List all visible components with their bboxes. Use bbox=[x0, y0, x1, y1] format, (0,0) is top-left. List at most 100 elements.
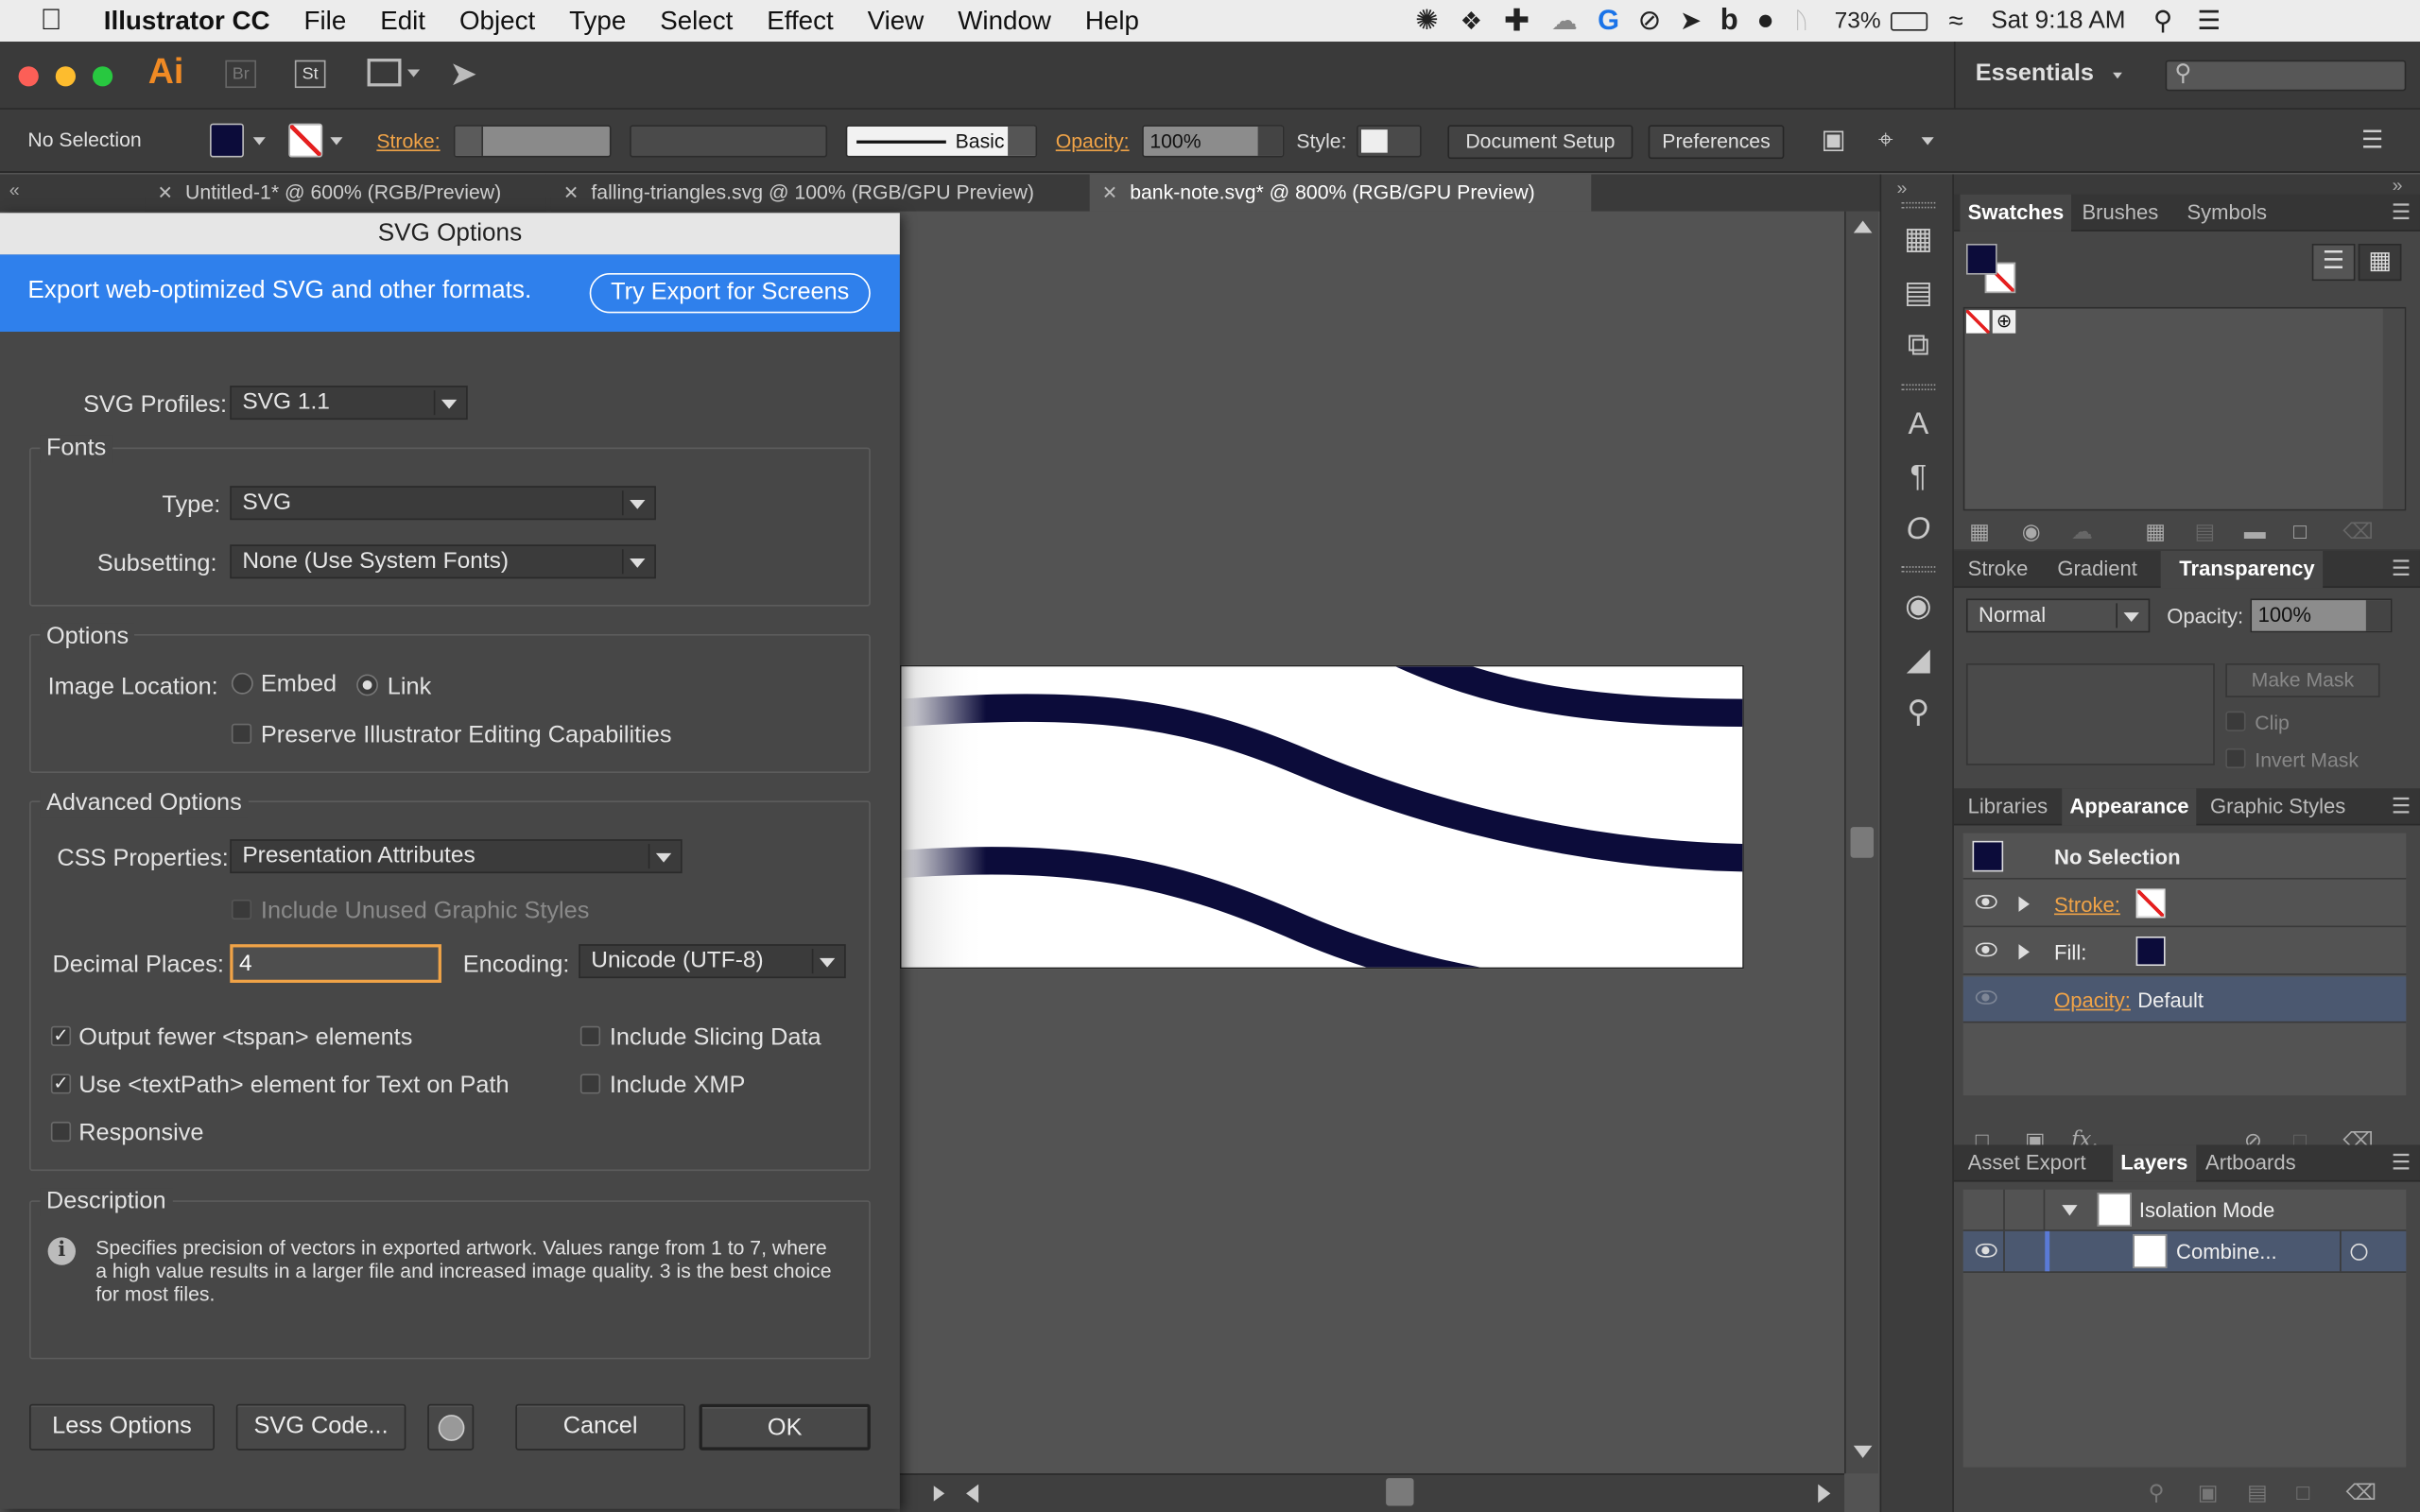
new-folder-icon[interactable]: ▬ bbox=[2244, 519, 2266, 543]
artboards-panel-icon[interactable]: ▦ bbox=[1900, 220, 1937, 257]
unused-styles-label[interactable]: Include Unused Graphic Styles bbox=[261, 898, 589, 925]
clock[interactable]: Sat 9:18 AM bbox=[1991, 7, 2125, 34]
vertical-scroll-thumb[interactable] bbox=[1850, 827, 1875, 858]
fill-swatch[interactable] bbox=[1965, 243, 1997, 275]
spotlight-icon[interactable]: ⚲ bbox=[2153, 6, 2172, 37]
swatches-menu-icon[interactable]: ☰ bbox=[2392, 195, 2411, 229]
menu-object[interactable]: Object bbox=[442, 0, 552, 42]
variable-width-dropdown[interactable] bbox=[630, 125, 828, 158]
close-tab-icon[interactable]: ✕ bbox=[158, 182, 173, 204]
align-panel-icon[interactable]: ▤ bbox=[1900, 275, 1937, 312]
responsive-checkbox[interactable] bbox=[50, 1121, 72, 1143]
embed-radio[interactable] bbox=[231, 672, 253, 695]
registration-swatch[interactable]: ⊕ bbox=[1992, 310, 2016, 334]
pathfinder-panel-icon[interactable]: ⧉ bbox=[1900, 327, 1937, 364]
tab-artboards[interactable]: Artboards bbox=[2198, 1144, 2304, 1181]
font-type-dropdown[interactable]: SVG bbox=[230, 486, 656, 521]
menu-window[interactable]: Window bbox=[941, 0, 1068, 42]
collapse-dock-icon[interactable]: » bbox=[2393, 174, 2403, 196]
target-circle-icon[interactable] bbox=[2350, 1243, 2368, 1261]
collapse-panels-icon[interactable]: » bbox=[1897, 178, 1908, 199]
preserve-label[interactable]: Preserve Illustrator Editing Capabilitie… bbox=[261, 722, 672, 749]
opacity-attribute-row[interactable]: Opacity: Default bbox=[1962, 976, 2407, 1023]
align-to-artboard-icon[interactable]: ▣ bbox=[1822, 125, 1846, 156]
scroll-play-icon[interactable] bbox=[933, 1486, 945, 1502]
scroll-right-icon[interactable] bbox=[1818, 1484, 1831, 1503]
try-export-button[interactable]: Try Export for Screens bbox=[589, 272, 871, 314]
apple-icon[interactable]:  bbox=[0, 0, 79, 42]
opentype-panel-icon[interactable]: O bbox=[1900, 510, 1937, 547]
textpath-checkbox[interactable]: ✓ bbox=[50, 1074, 72, 1094]
embed-label[interactable]: Embed bbox=[261, 671, 337, 698]
unused-styles-checkbox[interactable] bbox=[231, 899, 252, 920]
brush-definition-dropdown[interactable]: Basic bbox=[845, 125, 1038, 158]
swatch-libraries-icon[interactable]: ▦ bbox=[1969, 519, 1990, 545]
gradient-panel-icon[interactable]: ◢ bbox=[1900, 642, 1937, 679]
menu-app-name[interactable]: Illustrator CC bbox=[79, 0, 287, 42]
encoding-dropdown[interactable]: Unicode (UTF-8) bbox=[579, 944, 846, 979]
stroke-label[interactable]: Stroke: bbox=[376, 129, 440, 152]
tab-falling-triangles[interactable]: ✕ falling-triangles.svg @ 100% (RGB/GPU P… bbox=[550, 174, 1084, 212]
circle-icon[interactable]: ● bbox=[1756, 4, 1774, 38]
paragraph-panel-icon[interactable]: ¶ bbox=[1900, 458, 1937, 495]
stroke-dropdown-icon[interactable] bbox=[330, 137, 343, 146]
appearance-stroke-label[interactable]: Stroke: bbox=[2054, 893, 2120, 916]
pinwheel-icon[interactable]: ✺ bbox=[1415, 5, 1439, 37]
vertical-scrollbar[interactable] bbox=[1844, 211, 1878, 1474]
menu-effect[interactable]: Effect bbox=[750, 0, 850, 42]
visibility-eye-icon[interactable] bbox=[1975, 1243, 1997, 1258]
close-window-button[interactable] bbox=[18, 66, 39, 87]
visibility-eye-icon[interactable] bbox=[1975, 942, 1997, 957]
transform-dropdown-icon[interactable] bbox=[1921, 137, 1934, 146]
horizontal-scrollbar[interactable] bbox=[899, 1473, 1845, 1512]
fewer-tspan-label[interactable]: Output fewer <tspan> elements bbox=[78, 1024, 412, 1052]
slicing-data-label[interactable]: Include Slicing Data bbox=[610, 1024, 821, 1052]
appearance-fill-swatch[interactable] bbox=[2135, 936, 2166, 967]
appearance-stroke-swatch[interactable] bbox=[2135, 888, 2166, 919]
make-mask-button[interactable]: Make Mask bbox=[2225, 663, 2380, 697]
fill-color-swatch[interactable] bbox=[210, 123, 244, 158]
delete-swatch-icon[interactable]: ⌫ bbox=[2342, 519, 2373, 545]
arrange-documents-icon[interactable] bbox=[367, 59, 402, 87]
collapse-triangle-icon[interactable] bbox=[2062, 1205, 2078, 1216]
battery-icon[interactable] bbox=[1890, 11, 1927, 30]
arrange-dropdown-icon[interactable] bbox=[407, 69, 421, 77]
g-icon[interactable]: G bbox=[1598, 5, 1619, 37]
character-panel-icon[interactable]: A bbox=[1900, 405, 1937, 442]
layer-item-row[interactable]: Combine... bbox=[1962, 1230, 2407, 1273]
bridge-button[interactable]: Br bbox=[225, 60, 257, 89]
appearance-menu-icon[interactable]: ☰ bbox=[2392, 788, 2411, 822]
swatch-scrollbar[interactable] bbox=[2382, 308, 2405, 509]
bluetooth-icon[interactable]: ᚢ bbox=[1794, 8, 1808, 34]
cloud-icon[interactable]: ☁ bbox=[2071, 519, 2093, 545]
textpath-label[interactable]: Use <textPath> element for Text on Path bbox=[78, 1073, 509, 1100]
tab-asset-export[interactable]: Asset Export bbox=[1960, 1144, 2093, 1181]
horizontal-scroll-thumb[interactable] bbox=[1386, 1478, 1414, 1506]
scroll-left-icon[interactable] bbox=[966, 1484, 979, 1503]
include-xmp-label[interactable]: Include XMP bbox=[610, 1073, 745, 1100]
blocked-icon[interactable]: ⊘ bbox=[1638, 5, 1662, 37]
clip-checkbox[interactable] bbox=[2225, 711, 2246, 731]
plus-cross-icon[interactable]: ✚ bbox=[1504, 2, 1530, 41]
b-icon[interactable]: b bbox=[1720, 4, 1738, 38]
fill-dropdown-icon[interactable] bbox=[252, 137, 266, 146]
appearance-fill-label[interactable]: Fill: bbox=[2054, 941, 2086, 964]
tab-brushes[interactable]: Brushes bbox=[2074, 195, 2166, 232]
less-options-button[interactable]: Less Options bbox=[29, 1403, 215, 1451]
minimize-window-button[interactable] bbox=[55, 66, 76, 87]
locate-object-icon[interactable]: ⚲ bbox=[2149, 1480, 2165, 1506]
layers-menu-icon[interactable]: ☰ bbox=[2392, 1144, 2411, 1178]
blend-mode-dropdown[interactable]: Normal bbox=[1965, 598, 2151, 633]
notification-list-icon[interactable]: ☰ bbox=[2197, 6, 2221, 37]
image-trace-icon[interactable]: ⚲ bbox=[1900, 695, 1937, 731]
preserve-checkbox[interactable] bbox=[231, 723, 252, 744]
canvas-area[interactable] bbox=[899, 211, 1878, 1474]
invert-mask-checkbox[interactable] bbox=[2225, 747, 2246, 769]
transform-icon[interactable]: ⌖ bbox=[1878, 125, 1893, 156]
transparency-menu-icon[interactable]: ☰ bbox=[2392, 551, 2411, 585]
tab-swatches[interactable]: Swatches bbox=[1960, 194, 2072, 232]
menu-type[interactable]: Type bbox=[552, 0, 643, 42]
responsive-label[interactable]: Responsive bbox=[78, 1120, 203, 1147]
tab-layers[interactable]: Layers bbox=[2113, 1144, 2196, 1182]
expand-triangle-icon[interactable] bbox=[2018, 944, 2030, 960]
